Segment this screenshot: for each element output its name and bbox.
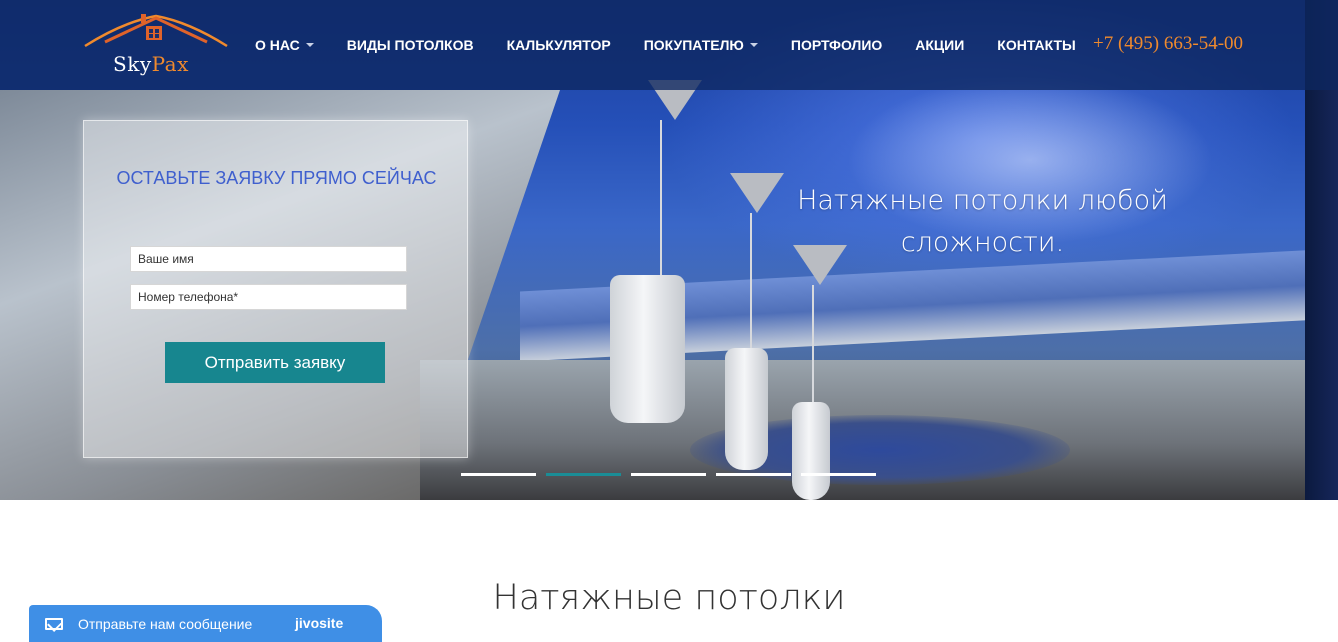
form-title: ОСТАВЬТЕ ЗАЯВКУ ПРЯМО СЕЙЧАС [116, 168, 437, 188]
nav-item-portfolio[interactable]: ПОРТФОЛИО [791, 37, 882, 53]
chat-brand: jivosite [295, 615, 344, 631]
lamp-wire [660, 120, 662, 280]
nav-item-label: АКЦИИ [915, 37, 965, 53]
lamp-shade [792, 402, 830, 500]
nav-item-calculator[interactable]: КАЛЬКУЛЯТОР [507, 37, 611, 53]
slider-dot-3[interactable] [631, 473, 706, 476]
chevron-down-icon [305, 43, 314, 47]
nav-item-contacts[interactable]: КОНТАКТЫ [997, 37, 1075, 53]
nav-item-label: ВИДЫ ПОТОЛКОВ [346, 37, 474, 53]
chat-widget[interactable]: Отправьте нам сообщение jivosite [29, 605, 382, 642]
name-input[interactable] [130, 246, 407, 272]
slider-dot-1[interactable] [461, 473, 536, 476]
phone-input[interactable] [130, 284, 407, 310]
lamp-shade [725, 348, 768, 470]
nav-item-label: О НАС [255, 37, 300, 53]
chevron-down-icon [749, 43, 758, 47]
logo-text-suffix: Pax [151, 52, 189, 76]
site-header: SkyPax О НАС ВИДЫ ПОТОЛКОВ КАЛЬКУЛЯТОР П… [0, 0, 1338, 90]
hero-caption: Натяжные потолки любой сложности. [797, 185, 1168, 258]
chat-label: Отправьте нам сообщение [78, 616, 253, 632]
nav-item-label: ПОКУПАТЕЛЮ [643, 37, 744, 53]
request-form: ОСТАВЬТЕ ЗАЯВКУ ПРЯМО СЕЙЧАС Отправить з… [83, 120, 468, 458]
nav-item-buyer[interactable]: ПОКУПАТЕЛЮ [644, 37, 758, 53]
nav-item-promotions[interactable]: АКЦИИ [915, 37, 964, 53]
nav-item-label: КОНТАКТЫ [997, 37, 1076, 53]
nav-item-label: КАЛЬКУЛЯТОР [506, 37, 611, 53]
lamp-wire [812, 285, 814, 403]
envelope-icon [45, 618, 63, 630]
logo-text: SkyPax [113, 52, 189, 76]
nav-item-ceiling-types[interactable]: ВИДЫ ПОТОЛКОВ [347, 37, 474, 53]
slider-pagination [461, 473, 886, 476]
main-nav: О НАС ВИДЫ ПОТОЛКОВ КАЛЬКУЛЯТОР ПОКУПАТЕ… [255, 0, 1109, 90]
slider-dot-5[interactable] [801, 473, 876, 476]
logo-text-prefix: Sky [113, 52, 152, 76]
slider-dot-4[interactable] [716, 473, 791, 476]
roof-logo-icon [84, 14, 228, 48]
nav-item-about[interactable]: О НАС [255, 37, 314, 53]
logo[interactable]: SkyPax [83, 12, 229, 76]
lamp-shade [610, 275, 685, 423]
slider-dot-2[interactable] [546, 473, 621, 476]
submit-request-button[interactable]: Отправить заявку [165, 342, 385, 383]
lamp-cone [730, 173, 784, 213]
nav-item-label: ПОРТФОЛИО [790, 37, 883, 53]
lamp-wire [750, 213, 752, 348]
phone-number[interactable]: +7 (495) 663-54-00 [1093, 33, 1243, 55]
